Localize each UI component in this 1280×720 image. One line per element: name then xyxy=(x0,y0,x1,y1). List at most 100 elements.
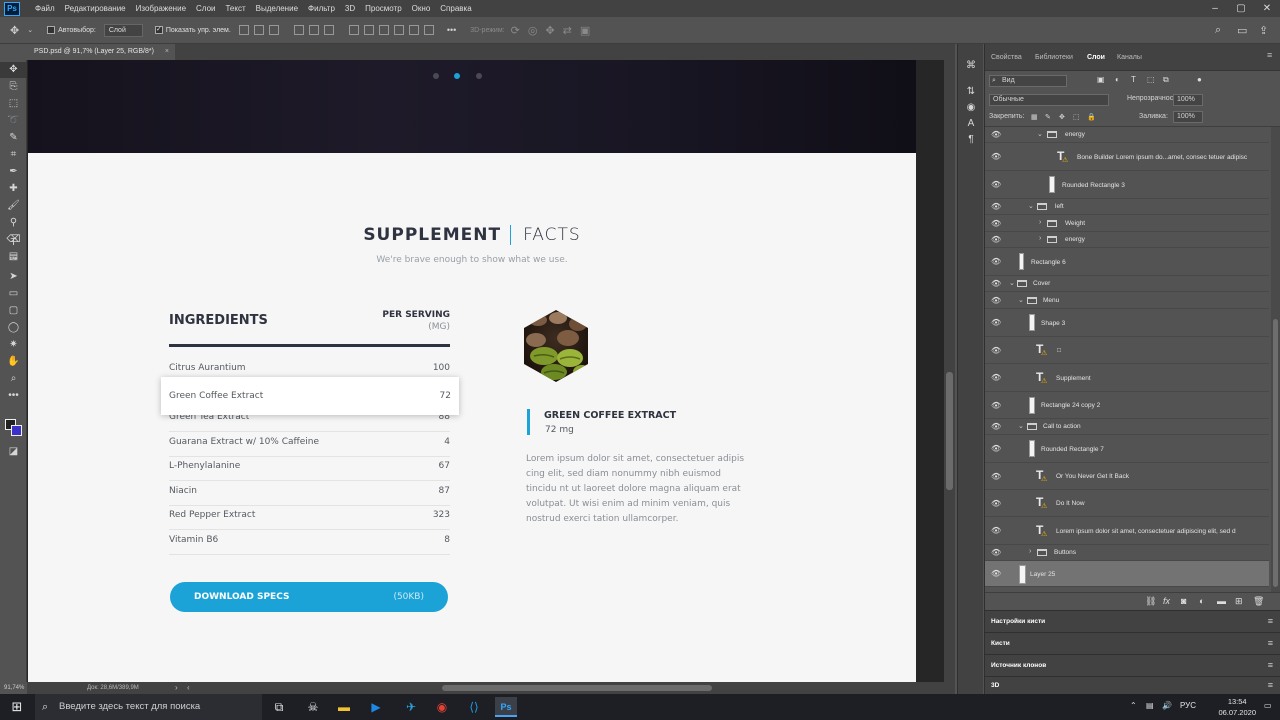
document-canvas[interactable]: SUPPLEMENT FACTS We're brave enough to sh… xyxy=(28,60,916,682)
filter-adjust-icon[interactable]: ◐ xyxy=(1115,75,1120,84)
distribute-icon[interactable] xyxy=(348,25,359,35)
eye-icon[interactable]: 👁 xyxy=(991,444,1001,453)
eye-icon[interactable]: 👁 xyxy=(991,180,1001,189)
file-explorer-icon[interactable]: ▬ xyxy=(333,697,355,717)
distribute-icon[interactable] xyxy=(363,25,374,35)
lasso-tool-icon[interactable]: ➰ xyxy=(0,113,27,129)
eye-icon[interactable]: 👁 xyxy=(991,548,1001,557)
notification-icon[interactable]: ▭ xyxy=(1264,701,1272,710)
move-tool-icon[interactable]: ✥ xyxy=(10,24,19,37)
menu-filter[interactable]: Фильтр xyxy=(303,4,340,13)
artboard-tool-icon[interactable]: ⎘ xyxy=(0,79,27,95)
distribute-icon[interactable] xyxy=(378,25,389,35)
app-icon[interactable]: ☠ xyxy=(302,697,324,717)
taskbar-search-input[interactable]: ⌕ Введите здесь текст для поиска xyxy=(35,694,262,720)
tab-properties[interactable]: Свойства xyxy=(991,54,1022,61)
menu-help[interactable]: Справка xyxy=(435,4,476,13)
layer-row[interactable]: 👁 ⌄ Cover xyxy=(985,276,1269,292)
lock-pixels-icon[interactable]: ▦ xyxy=(1031,113,1038,121)
trash-icon[interactable]: 🗑 xyxy=(1253,596,1264,607)
layer-row[interactable]: 👁 T ⚠ □ xyxy=(985,337,1269,364)
color-swatch-icon[interactable] xyxy=(0,408,27,440)
menu-text[interactable]: Текст xyxy=(220,4,250,13)
chevron-left-icon[interactable]: ‹ xyxy=(187,682,190,694)
chevron-right-icon[interactable]: › xyxy=(1039,235,1041,242)
eyedropper-tool-icon[interactable]: ✒ xyxy=(0,164,27,180)
pen-tool-icon[interactable]: ✑ xyxy=(0,252,27,268)
distribute-icon[interactable] xyxy=(393,25,404,35)
eye-icon[interactable]: 👁 xyxy=(991,257,1001,266)
healing-tool-icon[interactable]: ✚ xyxy=(0,181,27,197)
carousel-dot-active[interactable] xyxy=(454,73,460,79)
eye-icon[interactable]: 👁 xyxy=(991,235,1001,244)
adjustment-icon[interactable]: ◐ xyxy=(1199,596,1204,606)
close-tab-icon[interactable]: × xyxy=(165,44,169,60)
ingredient-row[interactable]: Vitamin B6 8 xyxy=(169,530,450,555)
horizontal-type-tool-icon[interactable]: T xyxy=(0,235,27,251)
layer-row[interactable]: 👁 T ⚠ Supplement xyxy=(985,364,1269,392)
layer-row-selected[interactable]: 👁 Layer 25 xyxy=(985,561,1269,587)
windows-start-icon[interactable]: ⊞ xyxy=(6,697,28,717)
layer-row[interactable]: 👁 Rectangle 6 xyxy=(985,248,1269,276)
chrome-icon[interactable]: ◉ xyxy=(431,697,453,717)
crop-tool-icon[interactable]: ⌗ xyxy=(0,147,27,163)
tab-layers[interactable]: Слои xyxy=(1087,54,1105,61)
fill-input[interactable]: 100% xyxy=(1173,111,1203,123)
stamp-tool-icon[interactable]: ⚲ xyxy=(0,215,27,231)
paragraph-icon[interactable]: ¶ xyxy=(958,134,984,145)
chevron-up-icon[interactable]: ⌃ xyxy=(1130,701,1137,710)
chevron-down-icon[interactable]: ⌄ xyxy=(27,26,33,34)
photoshop-taskbar-icon[interactable]: Ps xyxy=(495,697,517,717)
task-view-icon[interactable]: ⧉ xyxy=(268,697,290,717)
new-layer-icon[interactable]: ⊞ xyxy=(1235,596,1243,607)
chevron-down-icon[interactable]: ⌄ xyxy=(1018,422,1024,430)
layer-row[interactable]: 👁 T ⚠ Bone Builder Lorem ipsum do...amet,… xyxy=(985,143,1269,171)
chevron-right-icon[interactable]: › xyxy=(1029,548,1031,555)
rectangle-tool-icon[interactable]: ▭ xyxy=(0,286,27,302)
align-left-icon[interactable] xyxy=(293,25,304,35)
download-specs-button[interactable]: DOWNLOAD SPECS (50KB) xyxy=(170,582,448,612)
align-center-icon[interactable] xyxy=(308,25,319,35)
horizontal-scroll-thumb[interactable] xyxy=(442,685,712,691)
show-transform-checkbox[interactable]: ✓ Показать упр. элем. xyxy=(154,26,231,34)
layer-row[interactable]: 👁 T ⚠ Do It Now xyxy=(985,490,1269,517)
eye-icon[interactable]: 👁 xyxy=(991,373,1001,382)
eye-icon[interactable]: 👁 xyxy=(991,569,1001,578)
minimize-icon[interactable]: – xyxy=(1202,0,1228,17)
chevron-right-icon[interactable]: › xyxy=(1039,219,1041,226)
lock-move-icon[interactable]: ✥ xyxy=(1059,113,1065,121)
layer-row[interactable]: 👁 Rounded Rectangle 3 xyxy=(985,171,1269,199)
filter-pixel-icon[interactable]: ▣ xyxy=(1097,75,1105,84)
tab-libraries[interactable]: Библиотеки xyxy=(1035,54,1073,61)
eye-icon[interactable]: 👁 xyxy=(991,401,1001,410)
telegram-icon[interactable]: ✈ xyxy=(400,697,422,717)
eye-icon[interactable]: 👁 xyxy=(991,279,1001,288)
hand-tool-icon[interactable]: ✋ xyxy=(0,354,27,370)
opacity-input[interactable]: 100% xyxy=(1173,94,1203,106)
filter-type-icon[interactable]: T xyxy=(1131,75,1136,84)
eye-icon[interactable]: 👁 xyxy=(991,346,1001,355)
menu-edit[interactable]: Редактирование xyxy=(60,4,131,13)
more-options-icon[interactable]: ••• xyxy=(447,25,456,35)
zoom-level[interactable]: 91,74% xyxy=(4,685,24,691)
chevron-down-icon[interactable]: ⌄ xyxy=(1037,130,1043,138)
layer-row[interactable]: 👁 ⌄ Call to action xyxy=(985,419,1269,435)
canvas-vertical-scrollbar[interactable] xyxy=(944,60,955,682)
autoselect-checkbox[interactable]: Автовыбор: xyxy=(47,26,96,34)
3d-orbit-icon[interactable]: ⟳ xyxy=(511,24,520,37)
autoselect-dropdown[interactable]: Слой xyxy=(103,23,143,37)
menu-3d[interactable]: 3D xyxy=(340,4,360,13)
panel-brush-settings[interactable]: Настройки кисти ≡ xyxy=(985,610,1280,632)
rounded-rect-tool-icon[interactable]: ▢ xyxy=(0,303,27,319)
layer-filter-dropdown[interactable]: ⌕ Вид xyxy=(989,75,1067,87)
vscode-icon[interactable]: ⟨⟩ xyxy=(463,697,485,717)
layer-row[interactable]: 👁 › energy xyxy=(985,232,1269,248)
eye-icon[interactable]: 👁 xyxy=(991,219,1001,228)
quick-mask-icon[interactable]: ◪ xyxy=(0,444,27,460)
3d-scale-icon[interactable]: ▣ xyxy=(580,24,590,37)
panel-menu-icon[interactable]: ≡ xyxy=(1267,50,1272,60)
search-icon[interactable]: ⌕ xyxy=(1215,24,1221,37)
ingredient-row[interactable]: Guarana Extract w/ 10% Caffeine 4 xyxy=(169,432,450,457)
panel-3d[interactable]: 3D ≡ xyxy=(985,676,1280,694)
fx-icon[interactable]: fx xyxy=(1163,596,1170,606)
